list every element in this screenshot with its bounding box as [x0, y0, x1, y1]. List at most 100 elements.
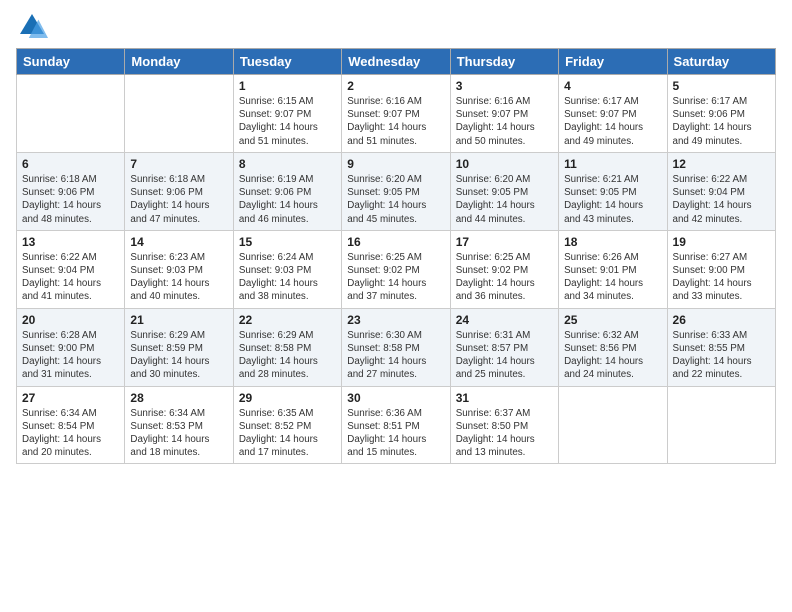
- day-number: 2: [347, 79, 444, 93]
- day-info: Sunrise: 6:16 AM Sunset: 9:07 PM Dayligh…: [456, 95, 553, 148]
- calendar-cell: 6Sunrise: 6:18 AM Sunset: 9:06 PM Daylig…: [17, 152, 125, 230]
- calendar-cell: 11 Sunrise: 6:21 AM Sunset: 9:05 PM Dayli…: [559, 152, 667, 230]
- calendar-cell: 10 Sunrise: 6:20 AM Sunset: 9:05 PM Dayli…: [450, 152, 558, 230]
- calendar-week-row: 1 Sunrise: 6:15 AM Sunset: 9:07 PM Daylig…: [17, 75, 776, 153]
- calendar-cell: 30 Sunrise: 6:36 AM Sunset: 8:51 PM Dayli…: [342, 386, 450, 464]
- day-number: 20: [22, 313, 119, 327]
- day-number: 12: [673, 157, 770, 171]
- day-number: 7: [130, 157, 227, 171]
- calendar-cell: 2 Sunrise: 6:16 AM Sunset: 9:07 PM Daylig…: [342, 75, 450, 153]
- day-info: Sunrise: 6:32 AM Sunset: 8:56 PM Dayligh…: [564, 329, 661, 382]
- page: SundayMondayTuesdayWednesdayThursdayFrid…: [0, 0, 792, 612]
- day-number: 24: [456, 313, 553, 327]
- day-number: 14: [130, 235, 227, 249]
- day-number: 18: [564, 235, 661, 249]
- calendar-week-row: 27 Sunrise: 6:34 AM Sunset: 8:54 PM Dayli…: [17, 386, 776, 464]
- day-info: Sunrise: 6:29 AM Sunset: 8:59 PM Dayligh…: [130, 329, 227, 382]
- day-number: 10: [456, 157, 553, 171]
- day-info: Sunrise: 6:16 AM Sunset: 9:07 PM Dayligh…: [347, 95, 444, 148]
- day-info: Sunrise: 6:35 AM Sunset: 8:52 PM Dayligh…: [239, 407, 336, 460]
- day-number: 1: [239, 79, 336, 93]
- col-header-saturday: Saturday: [667, 49, 775, 75]
- calendar-cell: 20 Sunrise: 6:28 AM Sunset: 9:00 PM Dayli…: [17, 308, 125, 386]
- calendar-cell: 24 Sunrise: 6:31 AM Sunset: 8:57 PM Dayli…: [450, 308, 558, 386]
- day-info: Sunrise: 6:21 AM Sunset: 9:05 PM Dayligh…: [564, 173, 661, 226]
- day-number: 19: [673, 235, 770, 249]
- calendar-cell: 29 Sunrise: 6:35 AM Sunset: 8:52 PM Dayli…: [233, 386, 341, 464]
- calendar-header-row: SundayMondayTuesdayWednesdayThursdayFrid…: [17, 49, 776, 75]
- calendar-cell: 16 Sunrise: 6:25 AM Sunset: 9:02 PM Dayli…: [342, 230, 450, 308]
- calendar-cell: 1 Sunrise: 6:15 AM Sunset: 9:07 PM Daylig…: [233, 75, 341, 153]
- calendar-cell: 14 Sunrise: 6:23 AM Sunset: 9:03 PM Dayli…: [125, 230, 233, 308]
- logo-icon: [16, 10, 48, 42]
- day-number: 9: [347, 157, 444, 171]
- calendar-cell: 7 Sunrise: 6:18 AM Sunset: 9:06 PM Daylig…: [125, 152, 233, 230]
- day-info: Sunrise: 6:29 AM Sunset: 8:58 PM Dayligh…: [239, 329, 336, 382]
- col-header-sunday: Sunday: [17, 49, 125, 75]
- day-number: 3: [456, 79, 553, 93]
- calendar-week-row: 6 Sunrise: 6:18 AM Sunset: 9:06 PM Daylig…: [17, 152, 776, 230]
- calendar-cell: 18 Sunrise: 6:26 AM Sunset: 9:01 PM Dayli…: [559, 230, 667, 308]
- calendar-week-row: 20 Sunrise: 6:28 AM Sunset: 9:00 PM Dayli…: [17, 308, 776, 386]
- day-number: 23: [347, 313, 444, 327]
- day-number: 26: [673, 313, 770, 327]
- calendar-cell: 21 Sunrise: 6:29 AM Sunset: 8:59 PM Dayli…: [125, 308, 233, 386]
- day-number: 16: [347, 235, 444, 249]
- day-info: Sunrise: 6:30 AM Sunset: 8:58 PM Dayligh…: [347, 329, 444, 382]
- day-info: Sunrise: 6:34 AM Sunset: 8:53 PM Dayligh…: [130, 407, 227, 460]
- day-number: 25: [564, 313, 661, 327]
- calendar-cell: 5 Sunrise: 6:17 AM Sunset: 9:06 PM Daylig…: [667, 75, 775, 153]
- calendar-cell: 3 Sunrise: 6:16 AM Sunset: 9:07 PM Daylig…: [450, 75, 558, 153]
- col-header-friday: Friday: [559, 49, 667, 75]
- calendar-cell: 23 Sunrise: 6:30 AM Sunset: 8:58 PM Dayli…: [342, 308, 450, 386]
- day-number: 17: [456, 235, 553, 249]
- day-info: Sunrise: 6:18 AM Sunset: 9:06 PM Dayligh…: [130, 173, 227, 226]
- calendar-cell: 17 Sunrise: 6:25 AM Sunset: 9:02 PM Dayli…: [450, 230, 558, 308]
- calendar-cell: 31 Sunrise: 6:37 AM Sunset: 8:50 PM Dayli…: [450, 386, 558, 464]
- day-info: Sunrise: 6:26 AM Sunset: 9:01 PM Dayligh…: [564, 251, 661, 304]
- day-number: 8: [239, 157, 336, 171]
- day-info: Sunrise: 6:28 AM Sunset: 9:00 PM Dayligh…: [22, 329, 119, 382]
- calendar-week-row: 13 Sunrise: 6:22 AM Sunset: 9:04 PM Dayli…: [17, 230, 776, 308]
- day-number: 6: [22, 157, 119, 171]
- day-info: Sunrise: 6:33 AM Sunset: 8:55 PM Dayligh…: [673, 329, 770, 382]
- day-info: Sunrise: 6:24 AM Sunset: 9:03 PM Dayligh…: [239, 251, 336, 304]
- day-info: Sunrise: 6:25 AM Sunset: 9:02 PM Dayligh…: [456, 251, 553, 304]
- day-info: Sunrise: 6:31 AM Sunset: 8:57 PM Dayligh…: [456, 329, 553, 382]
- calendar-cell: 27 Sunrise: 6:34 AM Sunset: 8:54 PM Dayli…: [17, 386, 125, 464]
- day-info: Sunrise: 6:25 AM Sunset: 9:02 PM Dayligh…: [347, 251, 444, 304]
- day-info: Sunrise: 6:19 AM Sunset: 9:06 PM Dayligh…: [239, 173, 336, 226]
- calendar-cell: 12Sunrise: 6:22 AM Sunset: 9:04 PM Dayli…: [667, 152, 775, 230]
- day-info: Sunrise: 6:20 AM Sunset: 9:05 PM Dayligh…: [347, 173, 444, 226]
- day-number: 31: [456, 391, 553, 405]
- calendar-cell: 25 Sunrise: 6:32 AM Sunset: 8:56 PM Dayli…: [559, 308, 667, 386]
- day-number: 29: [239, 391, 336, 405]
- day-number: 5: [673, 79, 770, 93]
- day-info: Sunrise: 6:17 AM Sunset: 9:07 PM Dayligh…: [564, 95, 661, 148]
- day-number: 21: [130, 313, 227, 327]
- day-info: Sunrise: 6:17 AM Sunset: 9:06 PM Dayligh…: [673, 95, 770, 148]
- header: [16, 10, 776, 42]
- calendar-cell: [17, 75, 125, 153]
- day-info: Sunrise: 6:36 AM Sunset: 8:51 PM Dayligh…: [347, 407, 444, 460]
- calendar-cell: [125, 75, 233, 153]
- col-header-tuesday: Tuesday: [233, 49, 341, 75]
- day-info: Sunrise: 6:34 AM Sunset: 8:54 PM Dayligh…: [22, 407, 119, 460]
- day-number: 27: [22, 391, 119, 405]
- day-number: 13: [22, 235, 119, 249]
- calendar-cell: 13 Sunrise: 6:22 AM Sunset: 9:04 PM Dayli…: [17, 230, 125, 308]
- day-info: Sunrise: 6:37 AM Sunset: 8:50 PM Dayligh…: [456, 407, 553, 460]
- day-info: Sunrise: 6:20 AM Sunset: 9:05 PM Dayligh…: [456, 173, 553, 226]
- calendar-cell: 28Sunrise: 6:34 AM Sunset: 8:53 PM Dayli…: [125, 386, 233, 464]
- day-info: Sunrise: 6:23 AM Sunset: 9:03 PM Dayligh…: [130, 251, 227, 304]
- calendar-cell: [667, 386, 775, 464]
- day-number: 11: [564, 157, 661, 171]
- day-info: Sunrise: 6:15 AM Sunset: 9:07 PM Dayligh…: [239, 95, 336, 148]
- day-info: Sunrise: 6:27 AM Sunset: 9:00 PM Dayligh…: [673, 251, 770, 304]
- day-info: Sunrise: 6:22 AM Sunset: 9:04 PM Dayligh…: [22, 251, 119, 304]
- day-number: 22: [239, 313, 336, 327]
- day-number: 15: [239, 235, 336, 249]
- col-header-thursday: Thursday: [450, 49, 558, 75]
- col-header-monday: Monday: [125, 49, 233, 75]
- day-number: 30: [347, 391, 444, 405]
